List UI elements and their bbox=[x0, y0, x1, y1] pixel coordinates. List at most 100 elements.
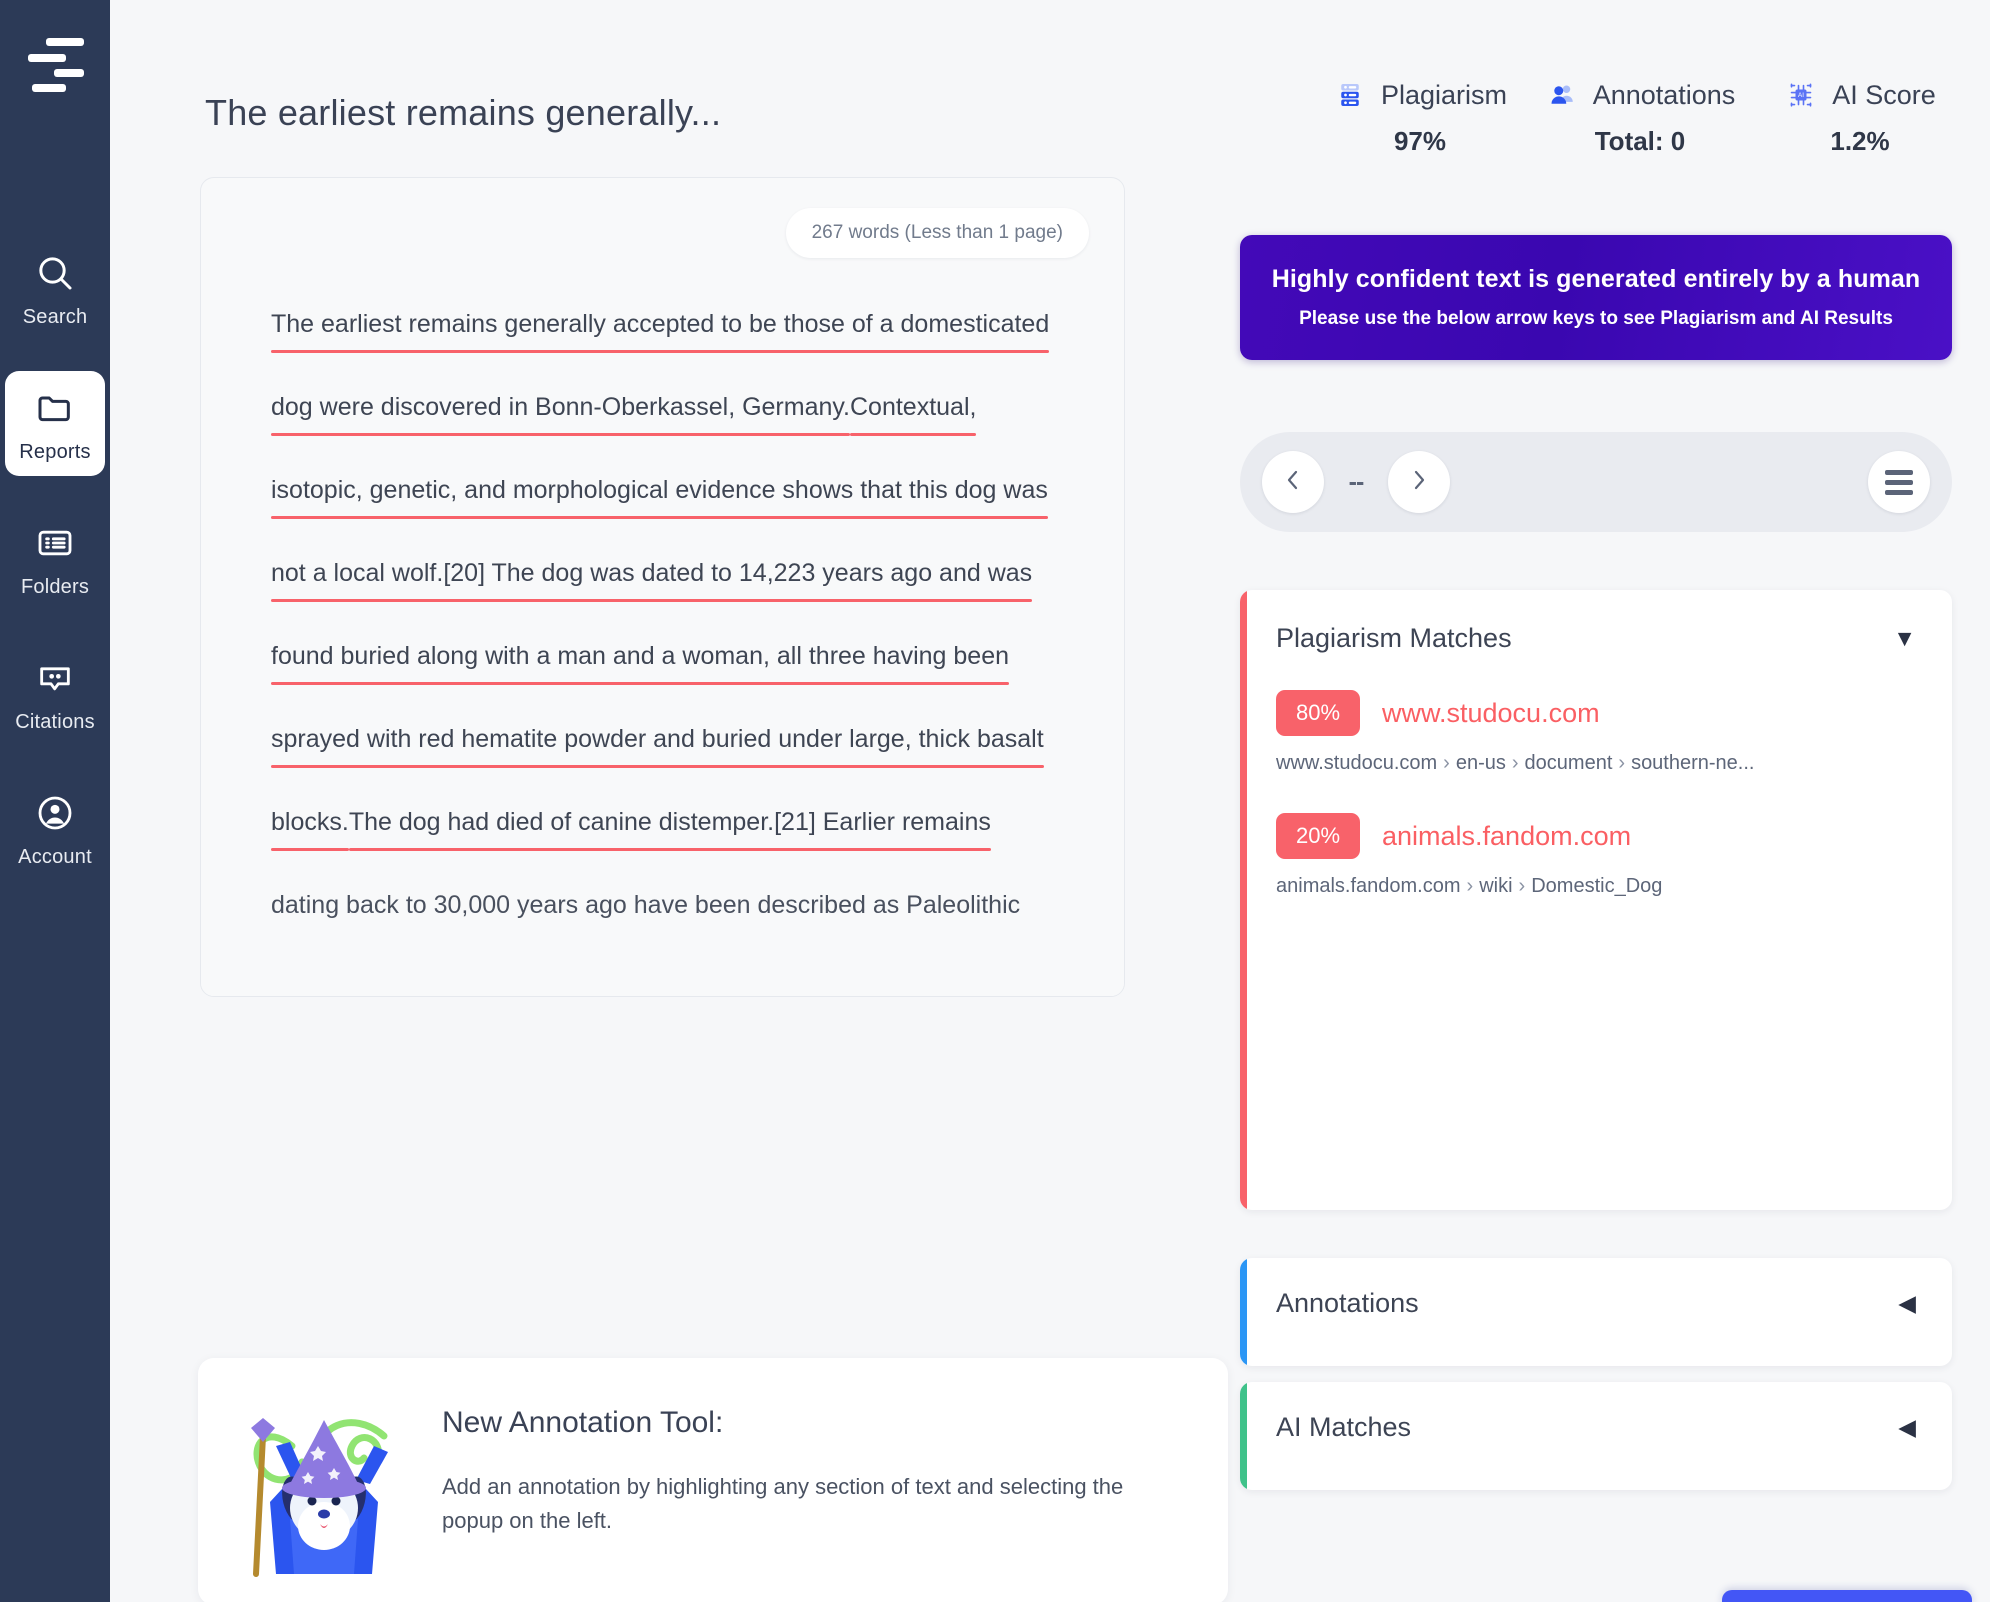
metric-ai-score[interactable]: AI AI Score 1.2% bbox=[1750, 78, 1970, 157]
promo-body: Add an annotation by highlighting any se… bbox=[442, 1474, 1124, 1534]
breadcrumb-part: southern-ne... bbox=[1631, 752, 1755, 774]
chevron-left-icon[interactable]: ◀ bbox=[1898, 1292, 1916, 1315]
document-preview-card: 267 words (Less than 1 page) The earlies… bbox=[200, 177, 1125, 997]
app-root: Search Reports Folders Citations Account… bbox=[0, 0, 1990, 1602]
list-item[interactable]: 20% animals.fandom.com animals.fandom.co… bbox=[1276, 813, 1916, 898]
breadcrumb-part: Domestic_Dog bbox=[1531, 875, 1663, 897]
plagiarism-highlight[interactable]: found buried along with a man and a woma… bbox=[271, 641, 1010, 685]
plagiarism-highlight[interactable]: The dog had died of canine distemper.[21… bbox=[348, 807, 991, 851]
metric-value: 1.2% bbox=[1830, 126, 1890, 156]
prev-result-button[interactable] bbox=[1262, 451, 1324, 513]
document-line: dating back to 30,000 years ago have bee… bbox=[271, 890, 1102, 920]
sidebar-item-search[interactable]: Search bbox=[5, 236, 105, 341]
annotation-tool-promo: New Annotation Tool: Add an annotation b… bbox=[198, 1358, 1228, 1602]
plagiarism-match-list: 80% www.studocu.com www.studocu.com › en-u… bbox=[1240, 654, 1952, 898]
account-icon bbox=[34, 792, 76, 834]
breadcrumb-separator: › bbox=[1618, 752, 1626, 774]
app-logo-icon[interactable] bbox=[24, 34, 86, 92]
breadcrumb-separator: › bbox=[1518, 875, 1526, 897]
sidebar-item-label: Account bbox=[18, 846, 92, 868]
promo-heading: New Annotation Tool: bbox=[442, 1406, 724, 1439]
breadcrumb-separator: › bbox=[1443, 752, 1450, 774]
chevron-left-icon[interactable]: ◀ bbox=[1898, 1416, 1916, 1439]
chevron-right-icon bbox=[1407, 468, 1431, 497]
breadcrumb-part: animals.fandom.com bbox=[1276, 875, 1461, 897]
chevron-down-icon[interactable]: ▼ bbox=[1893, 627, 1916, 650]
breadcrumb-part: wiki bbox=[1479, 875, 1513, 897]
plagiarism-matches-header[interactable]: Plagiarism Matches ▼ bbox=[1240, 590, 1952, 654]
list-item[interactable]: 80% www.studocu.com www.studocu.com › en-u… bbox=[1276, 690, 1916, 775]
result-navigation-bar: -- bbox=[1240, 432, 1952, 532]
sidebar-item-label: Folders bbox=[20, 576, 90, 598]
plagiarism-highlight[interactable]: isotopic, genetic, and morphological evi… bbox=[271, 475, 1048, 519]
sidebar-item-label: Citations bbox=[15, 711, 95, 733]
document-line: isotopic, genetic, and morphological evi… bbox=[271, 475, 1102, 519]
folder-icon bbox=[34, 387, 76, 429]
match-breadcrumb: www.studocu.com › en-us › document › southern-… bbox=[1276, 752, 1916, 775]
sidebar-item-account[interactable]: Account bbox=[5, 776, 105, 881]
results-menu-button[interactable] bbox=[1868, 451, 1930, 513]
breadcrumb-part: en-us bbox=[1455, 752, 1506, 774]
plagiarism-matches-panel: Plagiarism Matches ▼ 80% www.studocu.com… bbox=[1240, 590, 1952, 1210]
ai-matches-panel: AI Matches ◀ bbox=[1240, 1382, 1952, 1490]
banner-headline: Highly confident text is generated entir… bbox=[1271, 265, 1921, 293]
breadcrumb-part: document bbox=[1524, 752, 1613, 774]
metric-label: Plagiarism bbox=[1380, 79, 1508, 110]
sidebar-item-label: Search bbox=[22, 306, 88, 328]
panel-title: Annotations bbox=[1276, 1288, 1419, 1318]
sidebar-item-folders[interactable]: Folders bbox=[5, 506, 105, 611]
breadcrumb-separator: › bbox=[1511, 752, 1519, 774]
document-text[interactable]: The earliest remains generally accepted … bbox=[271, 309, 1102, 973]
plagiarism-highlight[interactable]: dog were discovered in Bonn-Oberkassel, … bbox=[271, 392, 850, 436]
sidebar-item-label: Reports bbox=[19, 441, 91, 463]
annotations-people-icon bbox=[1545, 78, 1579, 112]
chevron-left-icon bbox=[1281, 468, 1305, 497]
banner-subline: Please use the below arrow keys to see P… bbox=[1299, 308, 1893, 329]
match-percent-badge: 80% bbox=[1276, 690, 1360, 736]
floating-action-button[interactable] bbox=[1722, 1590, 1972, 1602]
sidebar-nav: Search Reports Folders Citations Account bbox=[0, 236, 110, 911]
sidebar-item-reports[interactable]: Reports bbox=[5, 371, 105, 476]
plagiarism-highlight[interactable]: Contextual, bbox=[849, 392, 977, 436]
metric-label: AI Score bbox=[1832, 79, 1936, 110]
ai-chip-icon: AI bbox=[1784, 78, 1818, 112]
plagiarism-highlight[interactable]: sprayed with red hematite powder and bur… bbox=[271, 724, 1044, 768]
match-site-link[interactable]: animals.fandom.com bbox=[1382, 821, 1631, 852]
search-icon bbox=[34, 252, 76, 294]
metric-label: Annotations bbox=[1592, 79, 1736, 110]
ai-verdict-banner: Highly confident text is generated entir… bbox=[1240, 235, 1952, 360]
metric-plagiarism[interactable]: Plagiarism 97% bbox=[1310, 78, 1530, 157]
document-line: found buried along with a man and a woma… bbox=[271, 641, 1102, 685]
annotations-panel-header[interactable]: Annotations ◀ bbox=[1240, 1258, 1952, 1319]
metric-value: 97% bbox=[1393, 126, 1447, 156]
match-breadcrumb: animals.fandom.com › wiki › Domestic_Dog bbox=[1276, 875, 1916, 898]
metric-annotations[interactable]: Annotations Total: 0 bbox=[1530, 78, 1750, 157]
document-line-text: dating back to 30,000 years ago have bee… bbox=[271, 891, 1021, 919]
quote-icon bbox=[34, 657, 76, 699]
metrics-bar: Plagiarism 97% Annotations Total: 0 AI A… bbox=[1310, 78, 1970, 157]
ai-matches-panel-header[interactable]: AI Matches ◀ bbox=[1240, 1382, 1952, 1443]
sidebar-item-citations[interactable]: Citations bbox=[5, 641, 105, 746]
next-result-button[interactable] bbox=[1388, 451, 1450, 513]
plagiarism-highlight[interactable]: The earliest remains generally accepted … bbox=[271, 309, 1050, 353]
panel-title: AI Matches bbox=[1276, 1412, 1412, 1442]
breadcrumb-separator: › bbox=[1466, 875, 1474, 897]
document-line: sprayed with red hematite powder and bur… bbox=[271, 724, 1102, 768]
wizard-dog-illustration bbox=[232, 1384, 412, 1579]
results-sidebar: Plagiarism 97% Annotations Total: 0 AI A… bbox=[1200, 0, 1990, 1602]
plagiarism-highlight[interactable]: not a local wolf.[20] The dog was dated … bbox=[271, 558, 1033, 602]
document-line: not a local wolf.[20] The dog was dated … bbox=[271, 558, 1102, 602]
list-icon bbox=[34, 522, 76, 564]
promo-text: New Annotation Tool: Add an annotation b… bbox=[442, 1384, 1182, 1538]
breadcrumb-part: www.studocu.com bbox=[1276, 752, 1438, 774]
annotations-panel: Annotations ◀ bbox=[1240, 1258, 1952, 1366]
panel-title: Plagiarism Matches bbox=[1276, 623, 1512, 653]
metric-value: Total: 0 bbox=[1594, 126, 1686, 156]
plagiarism-database-icon bbox=[1333, 78, 1367, 112]
match-site-link[interactable]: www.studocu.com bbox=[1382, 698, 1600, 729]
page-title: The earliest remains generally... bbox=[205, 92, 722, 133]
match-percent-badge: 20% bbox=[1276, 813, 1360, 859]
document-line: dog were discovered in Bonn-Oberkassel, … bbox=[271, 392, 1102, 436]
plagiarism-highlight[interactable]: blocks. bbox=[271, 807, 349, 851]
menu-icon bbox=[1885, 469, 1913, 475]
